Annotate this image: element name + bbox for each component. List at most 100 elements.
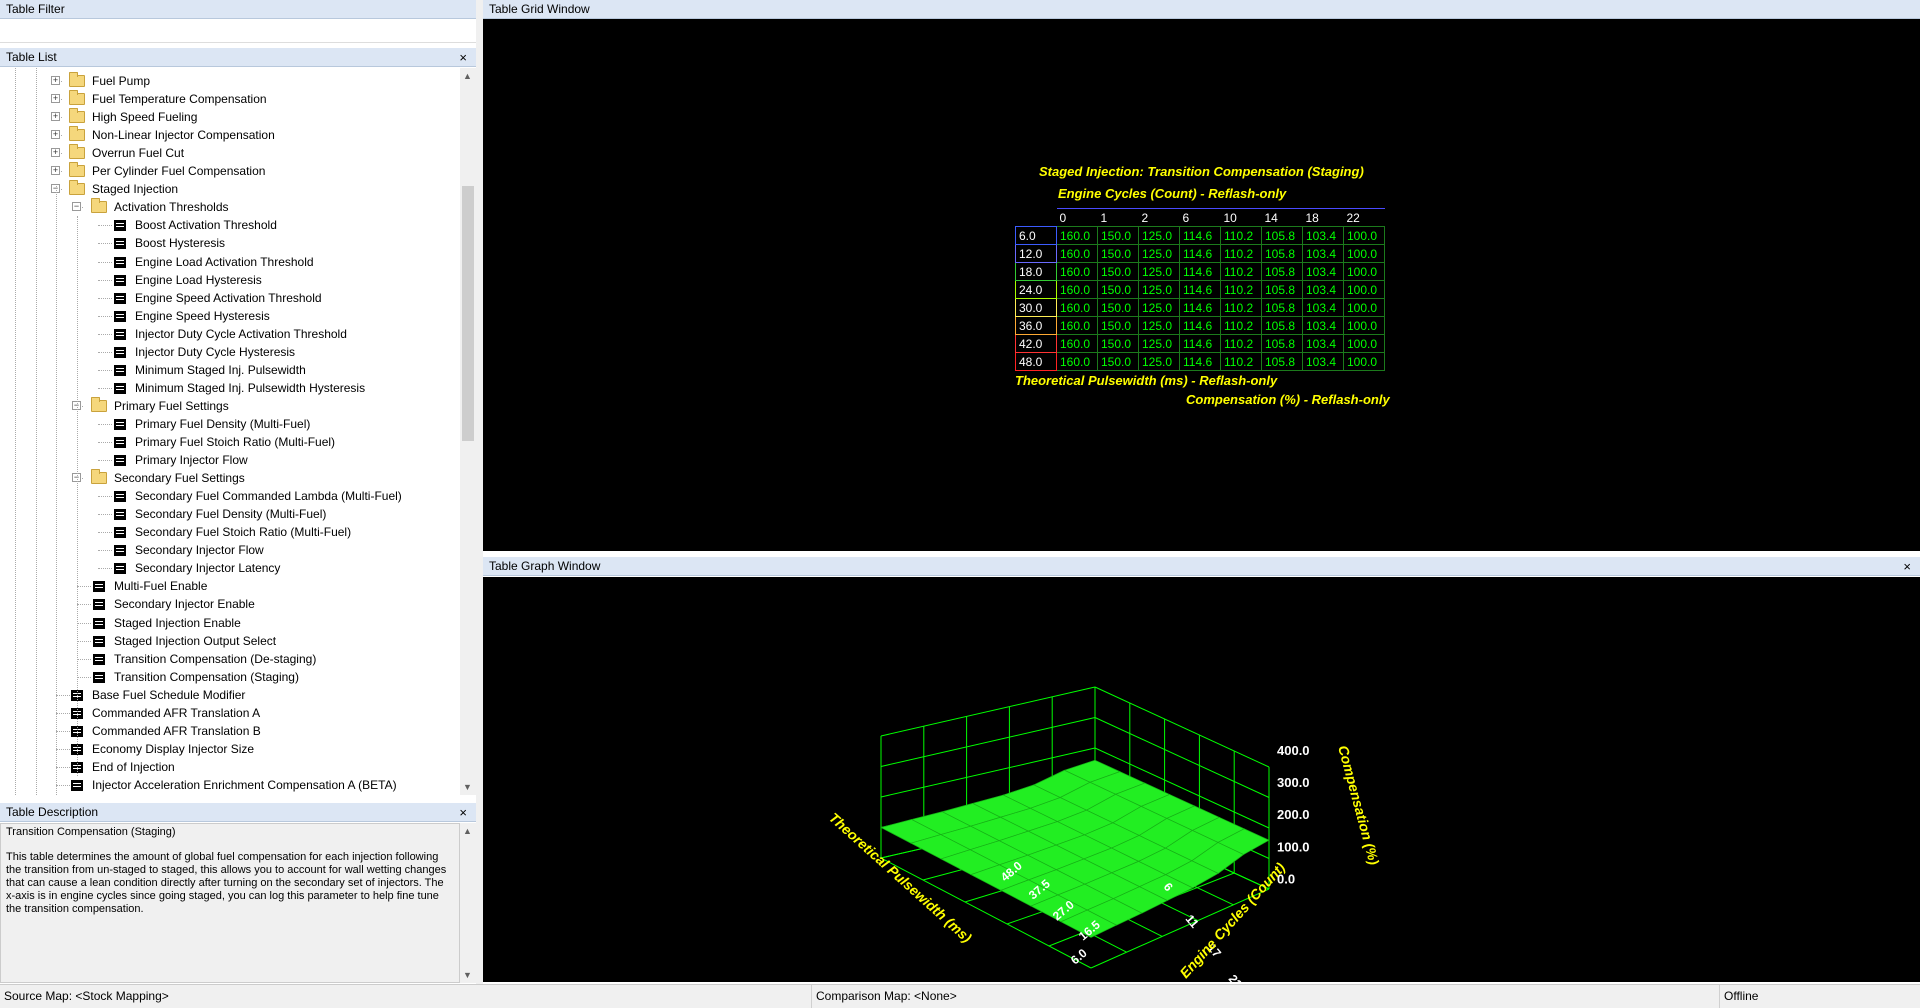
tree-item[interactable]: Secondary Injector Enable — [0, 595, 460, 613]
grid-cell[interactable]: 150.0 — [1097, 334, 1139, 353]
tree-item[interactable]: Commanded AFR Translation B — [0, 722, 460, 740]
grid-cell[interactable]: 160.0 — [1056, 316, 1098, 335]
grid-cell[interactable]: 110.2 — [1220, 298, 1262, 317]
grid-cell[interactable]: 103.4 — [1302, 298, 1344, 317]
tree-item[interactable]: + Per Cylinder Fuel Compensation — [0, 162, 460, 180]
grid-cell[interactable]: 125.0 — [1138, 226, 1180, 245]
grid-cell[interactable]: 114.6 — [1179, 280, 1221, 299]
grid-cell[interactable]: 160.0 — [1056, 226, 1098, 245]
scrollbar-thumb[interactable] — [462, 186, 474, 441]
grid-row-header[interactable]: 24.0 — [1015, 280, 1057, 299]
grid-cell[interactable]: 125.0 — [1138, 352, 1180, 371]
tree-item[interactable]: Secondary Injector Latency — [0, 559, 460, 577]
grid-cell[interactable]: 125.0 — [1138, 262, 1180, 281]
grid-column-header[interactable]: 6 — [1179, 208, 1221, 227]
tree-item[interactable]: − Primary Fuel Settings — [0, 396, 460, 415]
tree-item[interactable]: Staged Injection Enable — [0, 614, 460, 632]
grid-row-header[interactable]: 6.0 — [1015, 226, 1057, 245]
grid-column-header[interactable]: 2 — [1138, 208, 1180, 227]
grid-cell[interactable]: 160.0 — [1056, 244, 1098, 263]
tree-item[interactable]: Boost Hysteresis — [0, 234, 460, 252]
expand-icon[interactable]: + — [51, 130, 60, 140]
grid-cell[interactable]: 105.8 — [1261, 352, 1303, 371]
grid-cell[interactable]: 150.0 — [1097, 280, 1139, 299]
tree-item[interactable]: Boost Activation Threshold — [0, 216, 460, 234]
grid-cell[interactable]: 114.6 — [1179, 262, 1221, 281]
tree-item[interactable]: Engine Speed Activation Threshold — [0, 289, 460, 307]
grid-cell[interactable]: 110.2 — [1220, 334, 1262, 353]
tree-item[interactable]: + High Speed Fueling — [0, 108, 460, 126]
tree-item[interactable]: Engine Speed Hysteresis — [0, 307, 460, 325]
grid-cell[interactable]: 125.0 — [1138, 298, 1180, 317]
grid-column-header[interactable]: 10 — [1220, 208, 1262, 227]
grid-cell[interactable]: 100.0 — [1343, 226, 1385, 245]
tree-item[interactable]: + Fuel Pump — [0, 72, 460, 90]
tree-item[interactable]: − Staged Injection — [0, 180, 460, 198]
tree-item[interactable]: Commanded AFR Translation A — [0, 704, 460, 722]
grid-cell[interactable]: 114.6 — [1179, 244, 1221, 263]
grid-cell[interactable]: 105.8 — [1261, 316, 1303, 335]
grid-column-header[interactable]: 1 — [1097, 208, 1139, 227]
grid-cell[interactable]: 160.0 — [1056, 298, 1098, 317]
grid-cell[interactable]: 110.2 — [1220, 280, 1262, 299]
grid-cell[interactable]: 103.4 — [1302, 262, 1344, 281]
grid-cell[interactable]: 125.0 — [1138, 244, 1180, 263]
tree-item[interactable]: Primary Fuel Density (Multi-Fuel) — [0, 415, 460, 433]
vertical-splitter[interactable] — [476, 0, 483, 984]
grid-cell[interactable]: 103.4 — [1302, 316, 1344, 335]
grid-cell[interactable]: 100.0 — [1343, 334, 1385, 353]
scroll-down-icon[interactable]: ▼ — [463, 970, 472, 980]
expand-icon[interactable]: + — [51, 112, 60, 122]
grid-row-header[interactable]: 48.0 — [1015, 352, 1057, 371]
scroll-up-icon[interactable]: ▲ — [463, 71, 472, 81]
grid-cell[interactable]: 150.0 — [1097, 244, 1139, 263]
tree-item[interactable]: Secondary Injector Flow — [0, 541, 460, 559]
grid-cell[interactable]: 103.4 — [1302, 280, 1344, 299]
tree-item[interactable]: Secondary Fuel Commanded Lambda (Multi-F… — [0, 487, 460, 505]
grid-row-header[interactable]: 30.0 — [1015, 298, 1057, 317]
tree-item[interactable]: Economy Display Injector Size — [0, 740, 460, 758]
description-scrollbar[interactable]: ▲ ▼ — [460, 823, 476, 983]
grid-cell[interactable]: 100.0 — [1343, 352, 1385, 371]
grid-cell[interactable]: 105.8 — [1261, 244, 1303, 263]
grid-cell[interactable]: 125.0 — [1138, 334, 1180, 353]
grid-cell[interactable]: 114.6 — [1179, 298, 1221, 317]
grid-cell[interactable]: 100.0 — [1343, 262, 1385, 281]
grid-cell[interactable]: 125.0 — [1138, 316, 1180, 335]
tree-item[interactable]: Engine Load Activation Threshold — [0, 253, 460, 271]
grid-cell[interactable]: 110.2 — [1220, 244, 1262, 263]
collapse-icon[interactable]: − — [72, 202, 81, 212]
grid-cell[interactable]: 103.4 — [1302, 226, 1344, 245]
table-list-scrollbar[interactable]: ▲ ▼ — [460, 68, 476, 795]
grid-cell[interactable]: 110.2 — [1220, 352, 1262, 371]
tree-item[interactable]: Transition Compensation (De-staging) — [0, 650, 460, 668]
grid-cell[interactable]: 150.0 — [1097, 298, 1139, 317]
tree-item[interactable]: Injector Duty Cycle Hysteresis — [0, 343, 460, 361]
tree-item[interactable]: Primary Fuel Stoich Ratio (Multi-Fuel) — [0, 433, 460, 451]
grid-cell[interactable]: 125.0 — [1138, 280, 1180, 299]
tree-item[interactable]: Transition Compensation (Staging) — [0, 668, 460, 686]
grid-cell[interactable]: 100.0 — [1343, 298, 1385, 317]
tree-item[interactable]: Minimum Staged Inj. Pulsewidth Hysteresi… — [0, 379, 460, 397]
table-graph-window[interactable]: 400.0 300.0 200.0 100.0 0.0 Compensation (%) 6… — [483, 577, 1920, 991]
grid-cell[interactable]: 100.0 — [1343, 280, 1385, 299]
table-grid[interactable]: 0 1 2 6 10 14 18 22 6.0 160.0 150.0 125.0 114.6 110.2… — [1015, 208, 1385, 371]
grid-cell[interactable]: 150.0 — [1097, 316, 1139, 335]
grid-cell[interactable]: 114.6 — [1179, 334, 1221, 353]
grid-cell[interactable]: 105.8 — [1261, 280, 1303, 299]
grid-cell[interactable]: 114.6 — [1179, 352, 1221, 371]
grid-cell[interactable]: 160.0 — [1056, 334, 1098, 353]
close-icon[interactable]: × — [459, 803, 467, 822]
tree-item[interactable]: − Activation Thresholds — [0, 198, 460, 216]
expand-icon[interactable]: + — [51, 166, 60, 176]
tree-item[interactable]: + Non-Linear Injector Compensation — [0, 126, 460, 144]
scroll-down-icon[interactable]: ▼ — [463, 782, 472, 792]
tree-item[interactable]: Engine Load Hysteresis — [0, 271, 460, 289]
expand-icon[interactable]: + — [51, 148, 60, 158]
grid-row-header[interactable]: 18.0 — [1015, 262, 1057, 281]
tree-item[interactable]: Secondary Fuel Stoich Ratio (Multi-Fuel) — [0, 523, 460, 541]
grid-column-header[interactable]: 0 — [1056, 208, 1098, 227]
tree-item[interactable]: Multi-Fuel Enable — [0, 577, 460, 595]
surface-graph[interactable]: 400.0300.0200.0100.00.0Compensation (%)6… — [483, 577, 1920, 991]
grid-row-header[interactable]: 36.0 — [1015, 316, 1057, 335]
